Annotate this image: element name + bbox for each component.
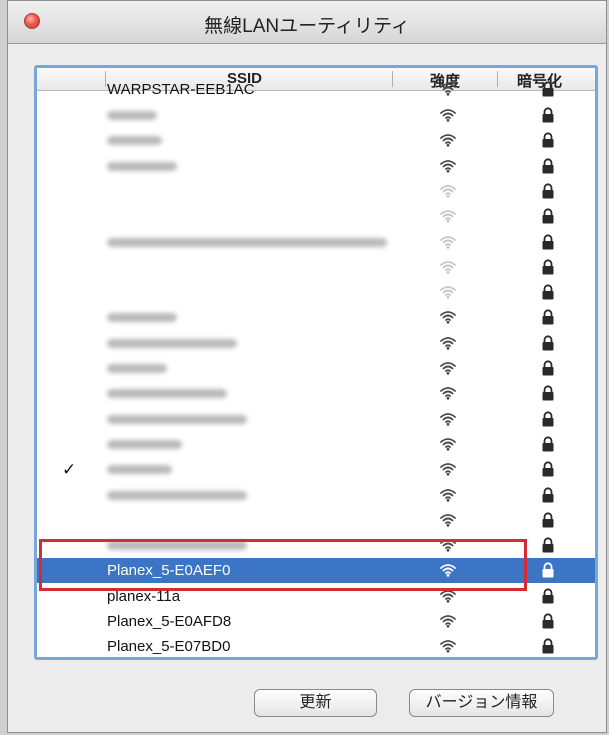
ssid-redacted [107,162,177,171]
ssid-redacted [107,313,177,322]
network-row[interactable] [37,179,595,204]
ssid-label: Planex_5-E07BD0 [107,638,231,655]
title-bar: 無線LANユーティリティ [8,1,606,44]
ssid-redacted [107,238,387,247]
wifi-signal-icon [440,438,456,451]
lock-icon [542,512,554,528]
lock-icon [542,284,554,300]
network-row[interactable] [37,255,595,280]
network-row[interactable] [37,230,595,255]
ssid-redacted [107,389,227,398]
lock-icon [542,638,554,654]
lock-icon [542,360,554,376]
ssid-label: WARPSTAR-EEB1AC [107,81,255,98]
wifi-signal-icon [440,640,456,653]
network-row[interactable] [37,432,595,457]
lock-icon [542,132,554,148]
lock-icon [542,158,554,174]
wifi-signal-icon [440,337,456,350]
lock-icon [542,208,554,224]
ssid-redacted [107,440,182,449]
wifi-signal-icon [440,83,456,96]
network-row[interactable] [37,508,595,533]
lock-icon [542,562,554,578]
ssid-redacted [107,339,237,348]
network-row[interactable]: planex-11a [37,584,595,609]
network-row[interactable] [37,356,595,381]
ssid-redacted [107,364,167,373]
lock-icon [542,107,554,123]
ssid-redacted [107,111,157,120]
ssid-label: Planex_5-E0AFD8 [107,613,232,630]
network-row[interactable]: ✓ [37,457,595,482]
lock-icon [542,537,554,553]
wifi-signal-icon [440,539,456,552]
wifi-signal-icon [440,236,456,249]
checkmark-icon: ✓ [62,460,77,479]
lock-icon [542,487,554,503]
window-title: 無線LANユーティリティ [204,16,410,37]
wifi-signal-icon [440,185,456,198]
wifi-signal-icon [440,514,456,527]
wifi-signal-icon [440,387,456,400]
lock-icon [542,411,554,427]
network-row[interactable] [37,483,595,508]
ssid-label: planex-11a [107,588,181,605]
lock-icon [542,588,554,604]
network-row[interactable]: WARPSTAR-EEB1AC [37,77,595,102]
wifi-signal-icon [440,261,456,274]
wifi-signal-icon [440,210,456,223]
ssid-label: Planex_5-E0AEF0 [107,562,231,579]
wifi-signal-icon [440,286,456,299]
network-row[interactable] [37,381,595,406]
network-row[interactable] [37,533,595,558]
network-row[interactable] [37,305,595,330]
network-rows: WARPSTAR-EEB1AC ✓ Planex_5-E0AEF0 planex-11… [37,81,595,657]
lock-icon [542,436,554,452]
ssid-redacted [107,415,247,424]
network-row[interactable] [37,204,595,229]
wifi-signal-icon [440,311,456,324]
wifi-signal-icon [440,615,456,628]
lock-icon [542,335,554,351]
ssid-redacted [107,491,247,500]
wifi-signal-icon [440,489,456,502]
refresh-button[interactable]: 更新 [254,689,377,717]
network-row[interactable] [37,154,595,179]
network-list[interactable]: SSID 強度 暗号化 WARPSTAR-EEB1AC ✓ Planex_5-E0A… [34,65,598,660]
network-row[interactable] [37,331,595,356]
lock-icon [542,385,554,401]
lock-icon [542,613,554,629]
network-row-selected[interactable]: Planex_5-E0AEF0 [37,558,595,583]
wifi-signal-icon [440,413,456,426]
wifi-signal-icon [440,463,456,476]
lock-icon [542,81,554,97]
wifi-signal-icon [440,134,456,147]
wifi-signal-icon [440,160,456,173]
network-row[interactable] [37,280,595,305]
ssid-redacted [107,541,247,550]
wifi-signal-icon [440,362,456,375]
network-row[interactable] [37,103,595,128]
version-info-button[interactable]: バージョン情報 [409,689,554,717]
network-row[interactable]: Planex_5-E0AFD8 [37,609,595,634]
wifi-signal-icon [440,109,456,122]
lock-icon [542,309,554,325]
network-row[interactable] [37,128,595,153]
utility-window: 無線LANユーティリティ SSID 強度 暗号化 WARPSTAR-EEB1AC… [7,0,607,733]
lock-icon [542,183,554,199]
ssid-redacted [107,465,172,474]
lock-icon [542,259,554,275]
wifi-signal-icon [440,564,456,577]
lock-icon [542,461,554,477]
lock-icon [542,234,554,250]
network-row[interactable] [37,407,595,432]
ssid-redacted [107,136,162,145]
network-row[interactable]: Planex_5-E07BD0 [37,634,595,657]
wifi-signal-icon [440,590,456,603]
